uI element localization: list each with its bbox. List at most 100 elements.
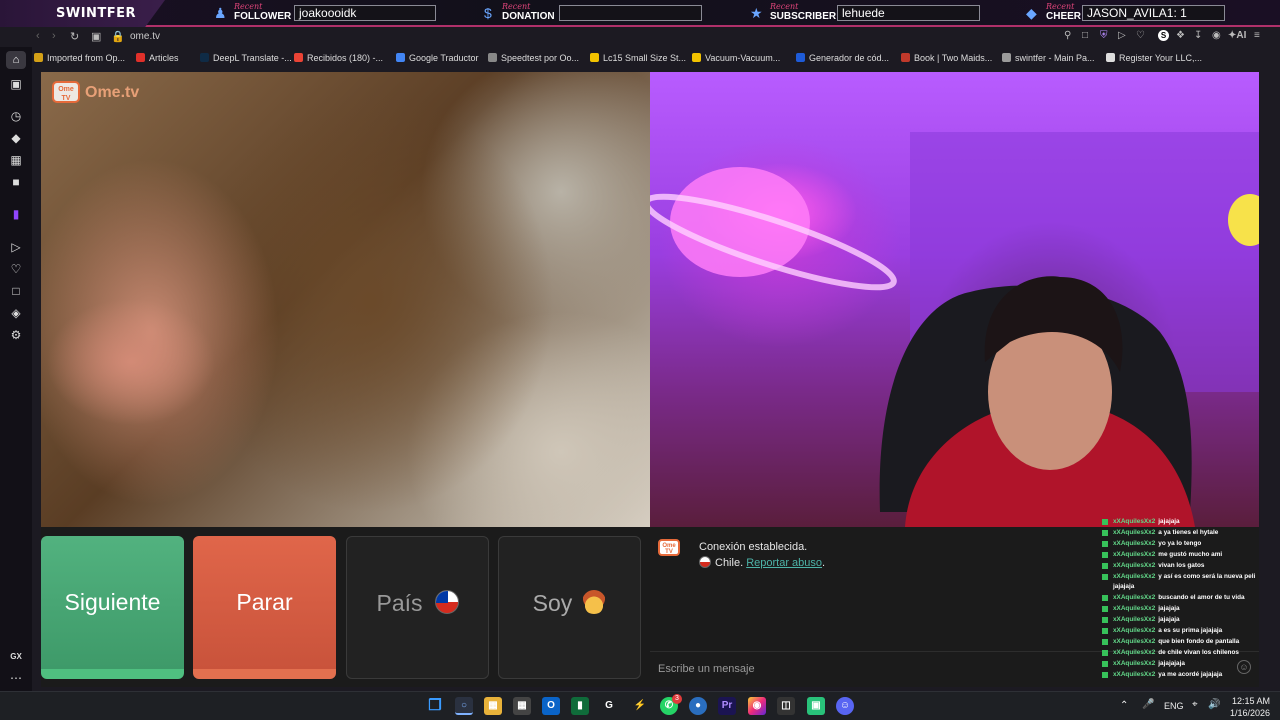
dollar-icon: $ — [484, 5, 492, 21]
snapshot-icon[interactable]: ▣ — [91, 30, 101, 43]
country-button[interactable]: País — [346, 536, 489, 679]
bookmark-item[interactable]: Speedtest por Oo... — [488, 53, 579, 63]
overlay-subscriber-value: lehuede — [837, 5, 980, 21]
bookmark-favicon-icon — [136, 53, 145, 62]
profile-icon[interactable]: S — [1158, 30, 1169, 41]
box-icon[interactable]: ■ — [9, 175, 23, 189]
stream-chat-message: xXAquilesXx2 vivan los gatos — [1100, 561, 1260, 572]
forward-icon[interactable]: › — [52, 30, 56, 42]
bookmark-item[interactable]: Google Traductor — [396, 53, 479, 63]
bookmark-item[interactable]: Imported from Op... — [34, 53, 125, 63]
g-app-icon[interactable]: G — [600, 697, 618, 715]
stream-chat-message: xXAquilesXx2 a ya tienes el hytale — [1100, 528, 1260, 539]
instagram-icon[interactable]: ◉ — [748, 697, 766, 715]
microphone-icon[interactable]: 🎤 — [1142, 699, 1154, 710]
chat-badge-icon — [1102, 540, 1108, 547]
premiere-icon[interactable]: Pr — [718, 697, 736, 715]
home-icon[interactable]: ⌂ — [6, 51, 26, 69]
bookmark-item[interactable]: Generador de cód... — [796, 53, 889, 63]
overlay-cheer-value: JASON_AVILA1: 1 — [1082, 5, 1225, 21]
discord-icon[interactable]: ☺ — [836, 697, 854, 715]
extensions-icon[interactable]: ❖ — [1176, 30, 1185, 41]
message-input[interactable] — [658, 660, 1098, 678]
overlay-follower-label: FOLLOWER — [234, 11, 292, 22]
screenshot-icon[interactable]: □ — [1082, 30, 1088, 41]
ai-button[interactable]: ✦AI — [1228, 30, 1246, 41]
next-button[interactable]: Siguiente — [41, 536, 184, 679]
bookmark-label: swintfer - Main Pa... — [1015, 53, 1095, 63]
overlay-subscriber-label: SUBSCRIBER — [770, 11, 837, 22]
gamepad-icon[interactable]: ▣ — [9, 77, 23, 91]
opera-gx-icon[interactable]: ⚡ — [631, 697, 649, 715]
more-icon[interactable]: ⋯ — [9, 671, 23, 685]
bookmark-favicon-icon — [901, 53, 910, 62]
stream-overlay-bar: SWINTFER ♟ Recent FOLLOWER joakoooidk $ … — [0, 0, 1280, 27]
gx-control-icon[interactable]: ◷ — [9, 109, 23, 123]
search-icon[interactable]: ○ — [455, 697, 473, 715]
overlay-brand-text: SWINTFER — [56, 6, 137, 21]
wifi-icon[interactable]: ⌖ — [1192, 699, 1198, 710]
menu-icon[interactable]: ≡ — [1254, 30, 1260, 41]
report-abuse-link[interactable]: Reportar abuso — [746, 557, 822, 569]
bookmark-item[interactable]: Book | Two Maids... — [901, 53, 992, 63]
bookmark-item[interactable]: Articles — [136, 53, 179, 63]
chat-username: xXAquilesXx2 — [1113, 594, 1156, 602]
file-explorer-icon[interactable]: ▦ — [484, 697, 502, 715]
chat-badge-icon — [1102, 617, 1108, 624]
bookmark-label: Imported from Op... — [47, 53, 126, 63]
download-icon[interactable]: ↧ — [1194, 30, 1202, 41]
gender-button[interactable]: Soy — [498, 536, 641, 679]
store-icon[interactable]: ▦ — [513, 697, 531, 715]
bookmark-item[interactable]: Recibidos (180) -... — [294, 53, 383, 63]
gx-label[interactable]: GX — [9, 650, 23, 664]
stop-button[interactable]: Parar — [193, 536, 336, 679]
windows-start-icon[interactable]: ❒ — [426, 697, 444, 715]
elgato-icon[interactable]: ◫ — [777, 697, 795, 715]
stream-chat-message: xXAquilesXx2 que bien fondo de pantalla — [1100, 637, 1260, 648]
tray-chevron-icon[interactable]: ⌃ — [1120, 700, 1128, 711]
url-text[interactable]: ome.tv — [130, 31, 160, 42]
browser-icon[interactable]: ● — [689, 697, 707, 715]
volume-icon[interactable]: 🔊 — [1208, 699, 1220, 710]
pin-icon[interactable]: ⚲ — [1064, 30, 1071, 41]
bookmark-item[interactable]: Lc15 Small Size St... — [590, 53, 686, 63]
player-icon[interactable]: ▷ — [9, 240, 23, 254]
outlook-icon[interactable]: O — [542, 697, 560, 715]
heart-icon[interactable]: ♡ — [1136, 30, 1145, 41]
bookmark-favicon-icon — [488, 53, 497, 62]
bookmark-item[interactable]: Vacuum-Vacuum... — [692, 53, 780, 63]
grid-icon[interactable]: ▦ — [9, 153, 23, 167]
bookmark-item[interactable]: DeepL Translate -... — [200, 53, 292, 63]
favorites-icon[interactable]: ♡ — [9, 262, 23, 276]
camera-icon[interactable]: ◉ — [1212, 30, 1221, 41]
chat-badge-icon — [1102, 638, 1108, 645]
cube-icon[interactable]: ◈ — [9, 306, 23, 320]
chat-text: buscando el amor de tu vida — [1158, 594, 1245, 602]
chat-username: xXAquilesXx2 — [1113, 561, 1156, 569]
system-clock[interactable]: 12:15 AM 1/16/2026 — [1228, 695, 1270, 719]
bookmark-favicon-icon — [200, 53, 209, 62]
chat-badge-icon — [1102, 606, 1108, 613]
history-icon[interactable]: □ — [9, 284, 23, 298]
bookmark-favicon-icon — [796, 53, 805, 62]
diamond-icon[interactable]: ◆ — [9, 131, 23, 145]
bookmark-label: Recibidos (180) -... — [307, 53, 384, 63]
bookmark-item[interactable]: swintfer - Main Pa... — [1002, 53, 1095, 63]
shield-icon[interactable]: ⛨ — [1100, 30, 1108, 41]
play-icon[interactable]: ▷ — [1118, 30, 1126, 41]
stream-chat-message: xXAquilesXx2 yo ya lo tengo — [1100, 539, 1260, 550]
app-icon[interactable]: ▮ — [571, 697, 589, 715]
back-icon[interactable]: ‹ — [36, 30, 40, 42]
stream-chat-message: xXAquilesXx2 a es su prima jajajaja — [1100, 626, 1260, 637]
bookmark-favicon-icon — [294, 53, 303, 62]
ometv-logo-text: Ome.tv — [85, 84, 140, 101]
settings-icon[interactable]: ⚙ — [9, 328, 23, 342]
bookmark-label: Articles — [149, 53, 179, 63]
bookmark-item[interactable]: Register Your LLC,... — [1106, 53, 1202, 63]
chat-text: y así es como será la nueva peli — [1158, 572, 1256, 580]
streamdeck-icon[interactable]: ▣ — [807, 697, 825, 715]
chat-text: que bien fondo de pantalla — [1158, 637, 1240, 645]
twitch-icon[interactable]: ▮ — [9, 207, 23, 221]
reload-icon[interactable]: ↻ — [70, 30, 79, 43]
language-indicator[interactable]: ENG — [1164, 701, 1184, 711]
